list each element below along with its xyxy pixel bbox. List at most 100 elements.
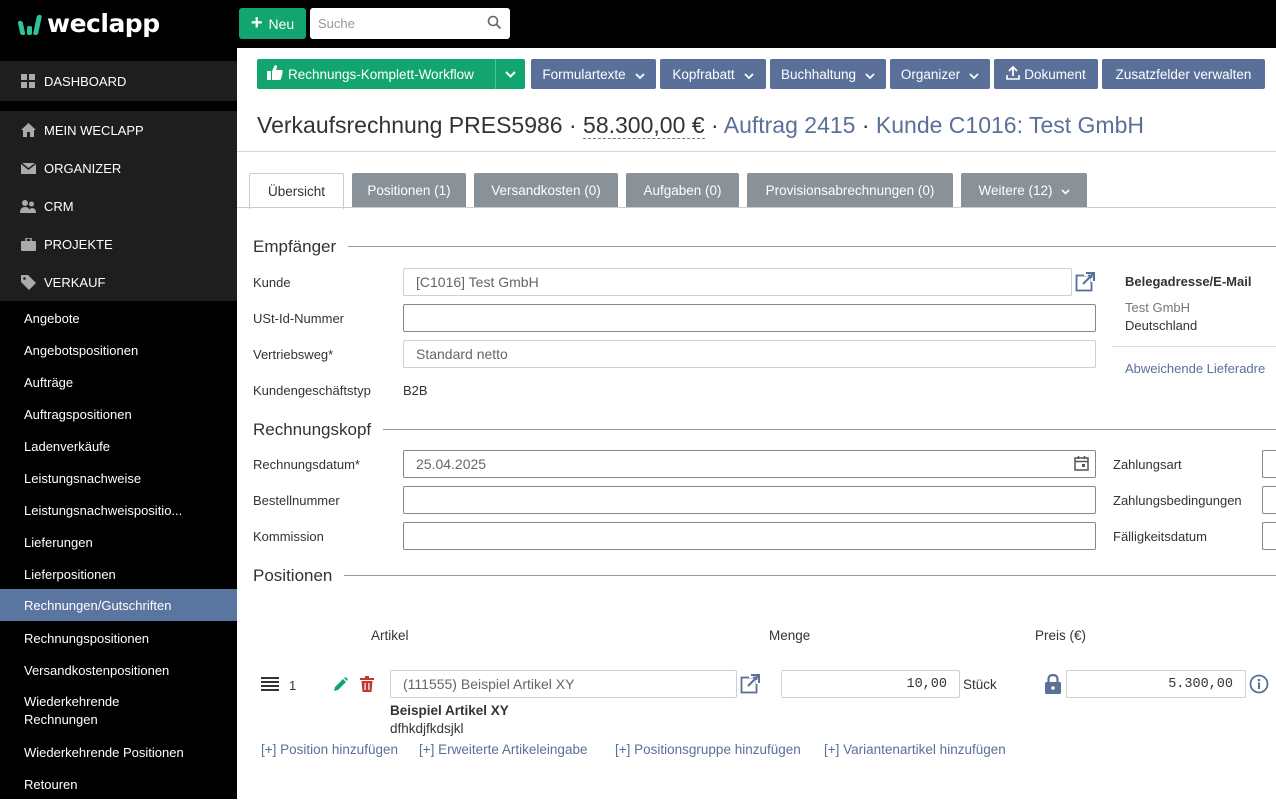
position-number: 1 — [289, 678, 297, 693]
zahlungsbedingungen-field[interactable] — [1262, 486, 1276, 514]
tab-aufgaben[interactable]: Aufgaben (0) — [626, 173, 739, 208]
artikel-field[interactable]: (111555) Beispiel Artikel XY — [390, 670, 737, 698]
title-separator: · — [704, 112, 724, 138]
sidebar-item-lieferpositionen[interactable]: Lieferpositionen — [0, 558, 237, 590]
auftrag-link[interactable]: Auftrag 2415 — [724, 112, 856, 138]
new-button[interactable]: + Neu — [239, 8, 306, 39]
page-title: Verkaufsrechnung PRES5986 · 58.300,00 € … — [257, 112, 1144, 139]
kunde-value: [C1016] Test GmbH — [416, 274, 539, 290]
tag-icon — [20, 274, 36, 290]
buchhaltung-button[interactable]: Buchhaltung — [770, 59, 886, 89]
rechnungsdatum-value: 25.04.2025 — [416, 456, 487, 472]
sidebar-item-wiederkehrende-rechnungen[interactable]: Wiederkehrende Rechnungen — [0, 689, 130, 733]
workflow-label: Rechnungs-Komplett-Workflow — [288, 66, 474, 82]
preis-field[interactable]: 5.300,00 — [1066, 670, 1246, 698]
mail-icon — [20, 160, 36, 176]
rechnungsdatum-label: Rechnungsdatum* — [253, 457, 360, 472]
bestellnummer-input[interactable] — [416, 492, 1095, 508]
sidebar-item-crm[interactable]: CRM — [0, 187, 237, 225]
tab-weitere[interactable]: Weitere (12) — [961, 173, 1087, 208]
kommission-input[interactable] — [416, 528, 1095, 544]
sidebar-item-angebote[interactable]: Angebote — [0, 302, 237, 334]
workflow-dropdown-button[interactable] — [495, 59, 525, 89]
organizer-button[interactable]: Organizer — [890, 59, 990, 89]
kopfrabatt-button[interactable]: Kopfrabatt — [660, 59, 766, 89]
tab-uebersicht[interactable]: Übersicht — [249, 173, 344, 209]
sidebar-item-rechnungen[interactable]: Rechnungen/Gutschriften — [0, 589, 237, 621]
artikel-description: dfhkdjfkdsjkl — [390, 721, 464, 736]
new-button-label: Neu — [268, 15, 295, 32]
kunde-label: Kunde — [253, 275, 291, 290]
sidebar-item-rechnungspositionen[interactable]: Rechnungspositionen — [0, 622, 237, 654]
kundengeschaeftstyp-value: B2B — [403, 383, 428, 398]
column-header-menge: Menge — [769, 628, 811, 643]
sidebar-item-mein-weclapp[interactable]: MEIN WECLAPP — [0, 111, 237, 149]
sidebar-item-lieferungen[interactable]: Lieferungen — [0, 526, 237, 558]
calendar-icon[interactable] — [1074, 456, 1089, 474]
menge-field[interactable]: 10,00 — [781, 670, 960, 698]
erweiterte-artikeleingabe-link[interactable]: [+] Erweiterte Artikeleingabe — [419, 742, 587, 757]
invoice-title: Verkaufsrechnung PRES5986 — [257, 112, 563, 138]
column-header-preis: Preis (€) — [1035, 628, 1087, 643]
belegadresse-title: Belegadresse/E-Mail — [1125, 274, 1252, 289]
drag-handle-icon[interactable] — [261, 677, 279, 696]
search-input[interactable] — [310, 8, 480, 39]
sidebar-item-verkauf[interactable]: VERKAUF — [0, 263, 237, 301]
zahlungsart-field[interactable] — [1262, 450, 1276, 478]
sidebar-item-projekte[interactable]: PROJEKTE — [0, 225, 237, 263]
trash-icon[interactable] — [360, 676, 374, 697]
dokument-label: Dokument — [1024, 66, 1086, 82]
add-variantenartikel-link[interactable]: [+] Variantenartikel hinzufügen — [824, 742, 1006, 757]
bestellnummer-field[interactable] — [403, 486, 1096, 514]
tab-provisionsabrechnungen[interactable]: Provisionsabrechnungen (0) — [747, 173, 953, 208]
sidebar-item-leistungsnachweispositionen[interactable]: Leistungsnachweispositio... — [0, 494, 237, 526]
preis-value: 5.300,00 — [1168, 676, 1233, 692]
sidebar-item-ladenverkaeufe[interactable]: Ladenverkäufe — [0, 430, 237, 462]
pencil-icon[interactable] — [333, 677, 348, 697]
belegadresse-name: Test GmbH — [1125, 300, 1191, 315]
rechnungsdatum-field[interactable]: 25.04.2025 — [403, 450, 1096, 478]
zusatzfelder-button[interactable]: Zusatzfelder verwalten — [1102, 59, 1265, 89]
users-icon — [20, 198, 36, 214]
ust-input[interactable] — [416, 310, 1095, 326]
vertriebsweg-field[interactable]: Standard netto — [403, 340, 1096, 368]
sidebar-item-retouren[interactable]: Retouren — [0, 768, 237, 800]
section-empfaenger-title: Empfänger — [253, 237, 349, 257]
kunde-link[interactable]: Kunde C1016: Test GmbH — [876, 112, 1144, 138]
invoice-amount[interactable]: 58.300,00 € — [583, 112, 705, 139]
column-header-artikel: Artikel — [371, 628, 409, 643]
sidebar-item-angebotspositionen[interactable]: Angebotspositionen — [0, 334, 237, 366]
dashboard-icon — [20, 73, 36, 89]
sidebar-item-leistungsnachweise[interactable]: Leistungsnachweise — [0, 462, 237, 494]
weclapp-logo[interactable]: weclapp — [17, 9, 160, 38]
abweichende-lieferadresse-link[interactable]: Abweichende Lieferadre — [1125, 361, 1265, 376]
faelligkeitsdatum-field[interactable] — [1262, 522, 1276, 550]
info-icon[interactable] — [1249, 674, 1269, 699]
dokument-button[interactable]: Dokument — [994, 59, 1098, 89]
add-position-link[interactable]: [+] Position hinzufügen — [261, 742, 398, 757]
lock-icon[interactable] — [1045, 673, 1061, 699]
vertriebsweg-label: Vertriebsweg* — [253, 347, 334, 362]
formulartexte-button[interactable]: Formulartexte — [531, 59, 656, 89]
sidebar-item-wiederkehrende-positionen[interactable]: Wiederkehrende Positionen — [0, 736, 237, 768]
open-external-icon[interactable] — [740, 674, 760, 699]
buchhaltung-label: Buchhaltung — [780, 66, 857, 82]
tab-divider — [237, 207, 1276, 208]
upload-icon — [1006, 65, 1021, 83]
kunde-field[interactable]: [C1016] Test GmbH — [403, 268, 1072, 296]
sidebar-item-dashboard[interactable]: DASHBOARD — [0, 61, 237, 101]
search-icon[interactable] — [487, 15, 502, 35]
tab-positionen[interactable]: Positionen (1) — [352, 173, 466, 208]
add-positionsgruppe-link[interactable]: [+] Positionsgruppe hinzufügen — [615, 742, 801, 757]
sidebar-item-organizer[interactable]: ORGANIZER — [0, 149, 237, 187]
bestellnummer-label: Bestellnummer — [253, 493, 340, 508]
sidebar-item-versandkostenpositionen[interactable]: Versandkostenpositionen — [0, 654, 237, 686]
sidebar-item-auftraege[interactable]: Aufträge — [0, 366, 237, 398]
sidebar-item-auftragspositionen[interactable]: Auftragspositionen — [0, 398, 237, 430]
kommission-field[interactable] — [403, 522, 1096, 550]
tab-versandkosten[interactable]: Versandkosten (0) — [474, 173, 618, 208]
open-external-icon[interactable] — [1075, 272, 1095, 297]
sidebar-label: VERKAUF — [44, 274, 106, 290]
workflow-button[interactable]: Rechnungs-Komplett-Workflow — [257, 59, 495, 89]
ust-field[interactable] — [403, 304, 1096, 332]
